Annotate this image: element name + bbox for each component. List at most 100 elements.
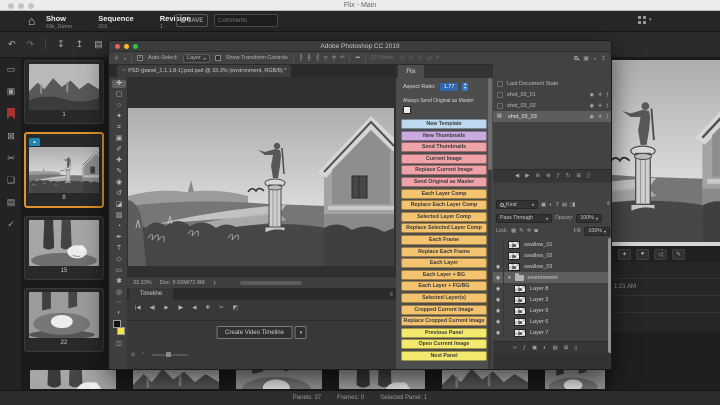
shape-tool-icon[interactable]: ▭ xyxy=(112,267,126,275)
chevron-down-icon[interactable]: ▾ xyxy=(649,17,652,23)
zoom-tool-icon[interactable]: ◎ xyxy=(112,289,126,297)
visibility-toggle[interactable] xyxy=(493,239,504,250)
export-panel-icon[interactable]: ↥ xyxy=(76,39,84,50)
layer-environment[interactable]: ◉▾environment xyxy=(493,272,612,283)
new-group-icon[interactable]: ▤ xyxy=(553,345,558,351)
apply-comp-eye-icon[interactable]: ◉ xyxy=(590,103,594,109)
update-fx-icon[interactable]: ƒ xyxy=(557,173,560,179)
each-layer-comp-button[interactable]: Each Layer Comp xyxy=(401,189,487,199)
save-button[interactable]: ▤ SAVE xyxy=(176,14,208,27)
new-comp-icon[interactable]: ⊞ xyxy=(576,173,581,179)
nav-show[interactable]: ShowFlix_Demo xyxy=(46,14,72,30)
comp-fx-icon[interactable]: ƒ xyxy=(606,114,609,120)
comp-position-icon[interactable]: ✛ xyxy=(598,114,602,120)
visibility-eye-icon[interactable]: ◉ xyxy=(493,261,504,272)
document-tab[interactable]: × PSD-[panel_1.1.1.8-1].psd.psd @ 33.3% … xyxy=(117,65,291,77)
filmstrip-frame[interactable] xyxy=(30,370,116,389)
speaker-icon[interactable]: ◁ xyxy=(654,249,667,260)
record-icon[interactable]: ● xyxy=(636,249,649,260)
layer-layer-9[interactable]: ◉Layer 9 xyxy=(493,305,612,316)
zoom-level[interactable]: 33.33% xyxy=(133,280,152,286)
blend-mode-dropdown[interactable]: Pass Through ▾ xyxy=(496,214,552,223)
panel-thumbnail-1[interactable]: 1· xyxy=(24,60,104,124)
layer-layer-6[interactable]: ◉Layer 6 xyxy=(493,316,612,327)
settings-icon[interactable]: ✻ xyxy=(205,305,210,311)
aspect-ratio-stepper[interactable]: ▲▼ xyxy=(462,83,467,91)
copy-icon[interactable]: ❏ xyxy=(7,175,15,185)
frame-icon[interactable]: ◩ xyxy=(233,305,238,311)
filmstrip-frame[interactable] xyxy=(133,370,219,389)
comp-position-icon[interactable]: ✛ xyxy=(598,103,602,109)
filter-type-icon[interactable]: T xyxy=(556,202,559,208)
horizontal-scrollbar[interactable] xyxy=(240,281,302,285)
next-panel-button[interactable]: Next Panel xyxy=(401,351,487,361)
always-send-checkbox[interactable] xyxy=(403,106,411,114)
replace-current-image-button[interactable]: Replace Current Image xyxy=(401,165,487,175)
gradient-tool-icon[interactable]: ▨ xyxy=(112,212,126,220)
chevron-down-icon[interactable]: ▾ xyxy=(295,326,307,339)
layer-comp-shot-03-01[interactable]: shot_03_01◉✛ƒ xyxy=(493,89,612,100)
zoom-out-icon[interactable]: ^ xyxy=(142,352,144,358)
screen-mode-icon[interactable]: ◫ xyxy=(116,340,122,347)
each-layer-fg-bg-button[interactable]: Each Layer + FG/BG xyxy=(401,281,487,291)
filmstrip-frame[interactable] xyxy=(442,370,528,389)
eraser-tool-icon[interactable]: ◪ xyxy=(112,201,126,209)
comp-checkbox[interactable] xyxy=(497,92,503,98)
paste-icon[interactable]: ▤ xyxy=(7,197,16,207)
update-visibility-icon[interactable]: ⊛ xyxy=(535,173,540,179)
comp-position-icon[interactable]: ✛ xyxy=(598,92,602,98)
crop-tool-icon[interactable]: ⌗ xyxy=(112,124,126,132)
visibility-eye-icon[interactable]: ◉ xyxy=(493,305,504,316)
status-chevron-icon[interactable]: ❯ xyxy=(213,280,217,286)
replace-each-frame-button[interactable]: Replace Each Frame xyxy=(401,247,487,257)
prev-frame-icon[interactable]: ◀| xyxy=(150,305,156,311)
layer-swallow-02[interactable]: swallow_02 xyxy=(493,250,612,261)
import-panel-icon[interactable]: ↧ xyxy=(57,39,65,50)
pen-tool-icon[interactable]: ✒ xyxy=(112,234,126,242)
go-start-icon[interactable]: |◀ xyxy=(135,305,141,311)
document-canvas[interactable] xyxy=(127,77,396,276)
cut-icon[interactable]: ✂ xyxy=(7,153,15,163)
search-icon[interactable] xyxy=(574,56,578,60)
quick-selection-tool-icon[interactable]: ✦ xyxy=(112,113,126,121)
workspace-icon[interactable]: ▣ xyxy=(583,55,589,62)
edit-toolbar-icon[interactable]: ⋯ xyxy=(116,299,122,306)
visibility-eye-icon[interactable]: ◉ xyxy=(493,316,504,327)
new-layer-icon[interactable]: ⊞ xyxy=(564,345,569,351)
panel-thumbnail-8[interactable]: ▴8· xyxy=(24,132,104,208)
new-template-button[interactable]: New Template xyxy=(401,119,487,129)
clone-stamp-tool-icon[interactable]: ◉ xyxy=(112,179,126,187)
share-icon[interactable]: ↥ xyxy=(601,55,606,62)
update-comp-icon[interactable]: ↻ xyxy=(566,173,571,179)
layer-layer-8[interactable]: ◉Layer 8 xyxy=(493,283,612,294)
replace-each-layer-comp-button[interactable]: Replace Each Layer Comp xyxy=(401,200,487,210)
comp-checkbox[interactable] xyxy=(497,81,503,87)
type-tool-icon[interactable]: T xyxy=(112,245,126,253)
tab-flix[interactable]: Flix xyxy=(398,65,424,78)
loop-icon[interactable]: ◀ xyxy=(192,305,196,311)
more-options-icon[interactable]: ••• xyxy=(355,55,359,61)
open-current-image-button[interactable]: Open Current Image xyxy=(401,339,487,349)
next-comp-icon[interactable]: ▶ xyxy=(525,173,529,179)
library-icon[interactable]: ▤ xyxy=(94,39,103,50)
align-right-icon[interactable]: ╢ xyxy=(315,55,319,61)
align-center-icon[interactable]: ╫ xyxy=(307,55,311,61)
comp-fx-icon[interactable]: ƒ xyxy=(606,103,609,109)
undo-icon[interactable]: ↶ xyxy=(8,39,16,50)
lock-pixels-icon[interactable]: ✎ xyxy=(519,228,524,234)
filter-smart-icon[interactable]: ◨ xyxy=(570,202,575,208)
tab-timeline[interactable]: Timeline xyxy=(129,288,173,300)
blur-tool-icon[interactable]: ◔ xyxy=(112,223,126,231)
color-swatches[interactable] xyxy=(112,320,126,336)
next-frame-icon[interactable]: |▶ xyxy=(178,305,184,311)
lock-transparent-icon[interactable]: ▦ xyxy=(511,228,516,234)
lock-position-icon[interactable]: ✛ xyxy=(527,228,532,234)
flix-main-viewer[interactable] xyxy=(612,60,720,242)
new-panel-icon[interactable]: ▭ xyxy=(7,64,16,74)
replace-cropped-current-image-button[interactable]: Replace Cropped Current Image xyxy=(401,316,487,326)
filmstrip-frame[interactable] xyxy=(339,370,425,389)
previous-panel-button[interactable]: Previous Panel xyxy=(401,328,487,338)
update-position-icon[interactable]: ⊕ xyxy=(546,173,551,179)
filter-shape-icon[interactable]: ▤ xyxy=(562,202,567,208)
opacity-dropdown[interactable]: 100% ▾ xyxy=(576,214,602,223)
